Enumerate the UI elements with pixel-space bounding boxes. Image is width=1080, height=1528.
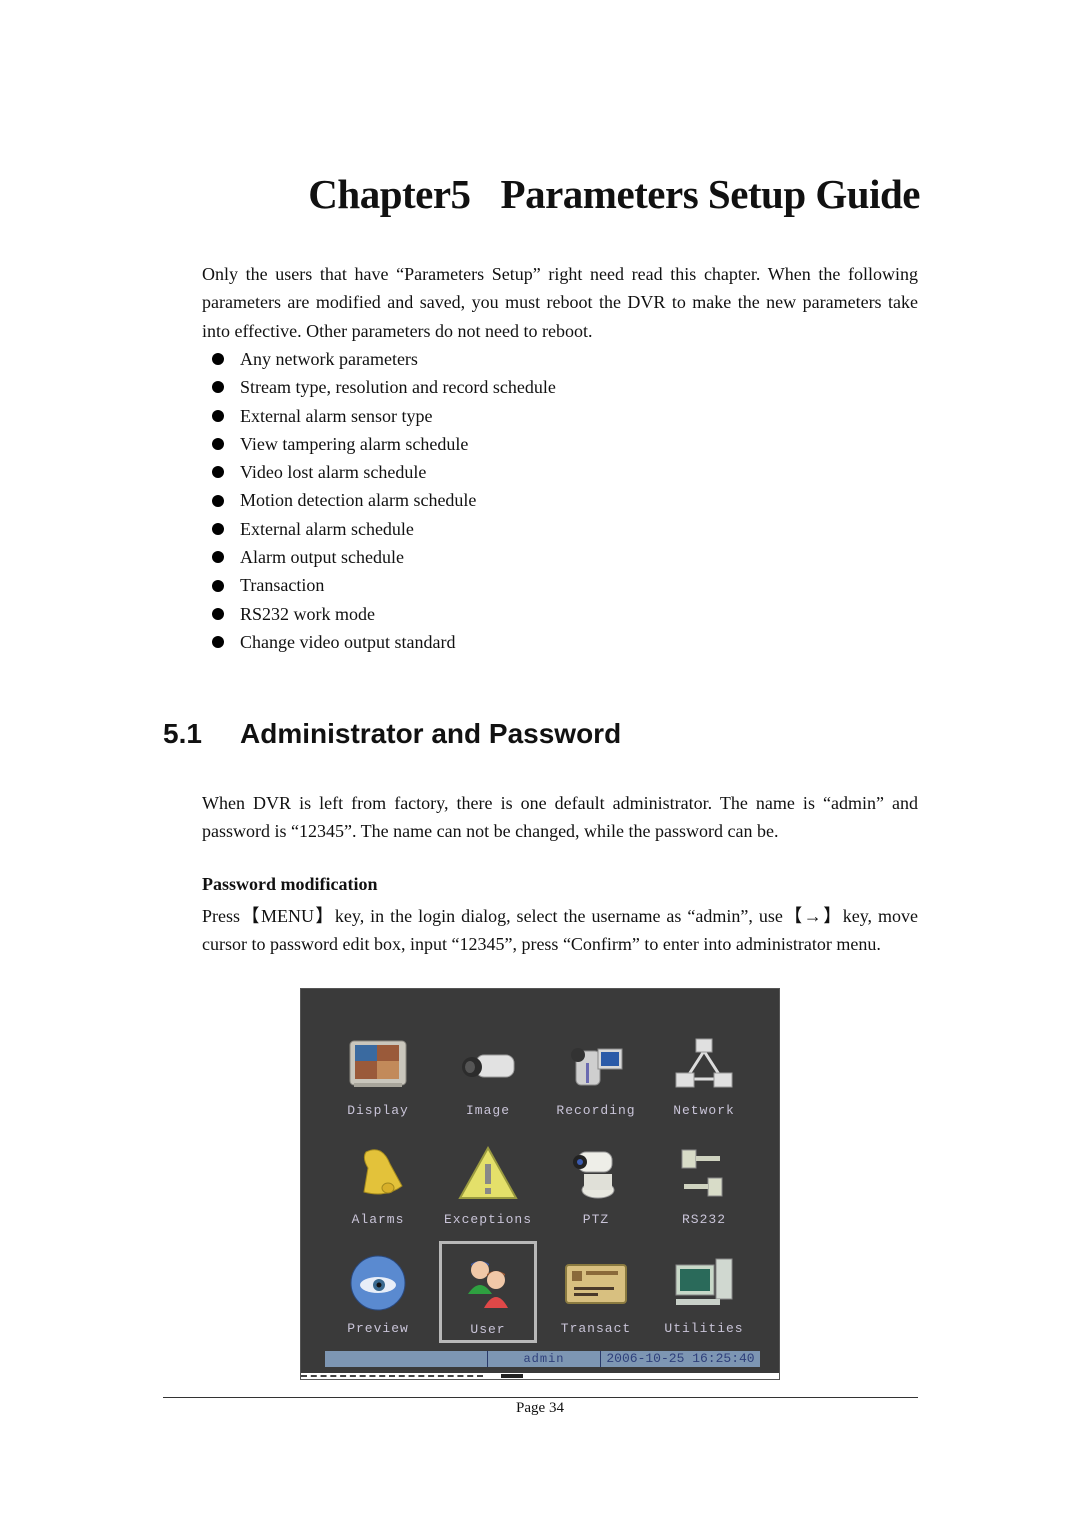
intro-paragraph: Only the users that have “Parameters Set… <box>202 264 918 341</box>
serial-cable-icon <box>681 1149 723 1197</box>
section-number: 5.1 <box>163 718 202 749</box>
screenshot-bottom-artifact <box>301 1373 779 1379</box>
list-item: RS232 work mode <box>212 600 556 628</box>
list-item: External alarm sensor type <box>212 402 556 430</box>
monitor-icon <box>349 1040 407 1087</box>
eye-icon <box>350 1255 406 1311</box>
menu-item-exceptions[interactable]: Exceptions <box>433 1144 543 1227</box>
bullet-icon <box>212 579 224 592</box>
section-title: Administrator and Password <box>240 718 622 749</box>
bullet-icon <box>212 409 224 422</box>
menu-item-user[interactable]: User <box>439 1241 537 1343</box>
card-icon <box>565 1264 627 1304</box>
network-icon <box>675 1038 733 1088</box>
menu-item-display[interactable]: Display <box>323 1035 433 1118</box>
list-item: Video lost alarm schedule <box>212 458 556 486</box>
warning-icon <box>458 1145 518 1199</box>
menu-item-network[interactable]: Network <box>649 1035 759 1118</box>
page-number: Page 34 <box>516 1400 564 1416</box>
menu-item-preview[interactable]: Preview <box>323 1253 433 1336</box>
footer-divider <box>163 1397 918 1398</box>
computer-icon <box>675 1258 733 1305</box>
menu-item-utilities[interactable]: Utilities <box>649 1253 759 1336</box>
list-item: Motion detection alarm schedule <box>212 486 556 514</box>
bullet-icon <box>212 636 224 649</box>
bell-icon <box>363 1149 403 1195</box>
bullet-icon <box>212 353 224 366</box>
dvr-menu-screenshot: Display Image Recording Network Alarms E… <box>300 988 780 1380</box>
status-empty-segment <box>325 1351 488 1367</box>
password-modification-heading: Password modification <box>202 874 378 894</box>
bullet-icon <box>212 551 224 564</box>
chapter-number: Chapter5 <box>308 171 471 217</box>
menu-item-rs232[interactable]: RS232 <box>649 1144 759 1227</box>
camcorder-icon <box>571 1048 623 1086</box>
chapter-title: Chapter5 Parameters Setup Guide <box>300 170 920 218</box>
list-item: Alarm output schedule <box>212 543 556 571</box>
section-heading: 5.1 Administrator and Password <box>163 718 621 750</box>
bullet-icon <box>212 607 224 620</box>
status-datetime: 2006-10-25 16:25:40 <box>606 1351 755 1366</box>
chapter-name: Parameters Setup Guide <box>500 171 921 217</box>
list-item: External alarm schedule <box>212 515 556 543</box>
list-item: View tampering alarm schedule <box>212 430 556 458</box>
bullet-icon <box>212 522 224 535</box>
status-bar: admin 2006-10-25 16:25:40 <box>325 1351 760 1367</box>
menu-item-ptz[interactable]: PTZ <box>541 1144 651 1227</box>
camera-icon <box>462 1054 515 1078</box>
list-item: Transaction <box>212 571 556 599</box>
menu-item-image[interactable]: Image <box>433 1035 543 1118</box>
list-item: Any network parameters <box>212 345 556 373</box>
section-paragraph: When DVR is left from factory, there is … <box>202 793 918 842</box>
list-item: Stream type, resolution and record sched… <box>212 373 556 401</box>
users-icon <box>468 1261 508 1308</box>
status-user: admin <box>488 1351 601 1367</box>
menu-item-transact[interactable]: Transact <box>541 1253 651 1336</box>
bullet-icon <box>212 494 224 507</box>
bullet-icon <box>212 381 224 394</box>
ptz-camera-icon <box>573 1151 615 1199</box>
menu-item-alarms[interactable]: Alarms <box>323 1144 433 1227</box>
reboot-parameter-list: Any network parameters Stream type, reso… <box>212 345 556 656</box>
bullet-icon <box>212 466 224 479</box>
list-item: Change video output standard <box>212 628 556 656</box>
bullet-icon <box>212 438 224 451</box>
menu-item-recording[interactable]: Recording <box>541 1035 651 1118</box>
instructions-paragraph: Press【MENU】key, in the login dialog, sel… <box>202 906 918 955</box>
